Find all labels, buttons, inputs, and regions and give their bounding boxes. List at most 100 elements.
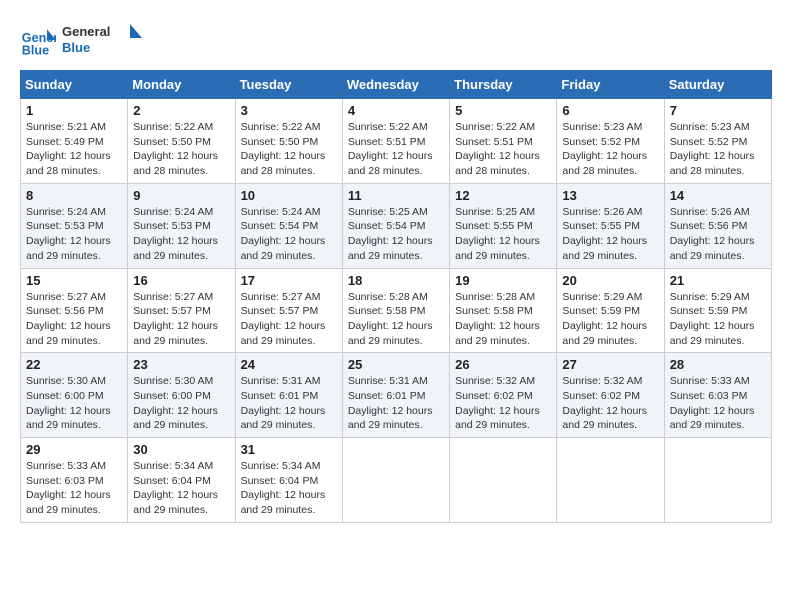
calendar-cell: 24 Sunrise: 5:31 AMSunset: 6:01 PMDaylig… <box>235 353 342 438</box>
day-detail: Sunrise: 5:24 AMSunset: 5:53 PMDaylight:… <box>26 206 111 262</box>
calendar-cell: 8 Sunrise: 5:24 AMSunset: 5:53 PMDayligh… <box>21 183 128 268</box>
day-number: 17 <box>241 273 337 288</box>
day-number: 2 <box>133 103 229 118</box>
day-number: 27 <box>562 357 658 372</box>
header-wednesday: Wednesday <box>342 71 449 99</box>
calendar-cell: 26 Sunrise: 5:32 AMSunset: 6:02 PMDaylig… <box>450 353 557 438</box>
calendar-cell: 19 Sunrise: 5:28 AMSunset: 5:58 PMDaylig… <box>450 268 557 353</box>
day-number: 11 <box>348 188 444 203</box>
calendar-cell: 30 Sunrise: 5:34 AMSunset: 6:04 PMDaylig… <box>128 438 235 523</box>
day-number: 14 <box>670 188 766 203</box>
day-detail: Sunrise: 5:28 AMSunset: 5:58 PMDaylight:… <box>348 291 433 347</box>
day-detail: Sunrise: 5:29 AMSunset: 5:59 PMDaylight:… <box>562 291 647 347</box>
day-detail: Sunrise: 5:31 AMSunset: 6:01 PMDaylight:… <box>241 375 326 431</box>
day-detail: Sunrise: 5:34 AMSunset: 6:04 PMDaylight:… <box>241 460 326 516</box>
day-number: 3 <box>241 103 337 118</box>
day-number: 12 <box>455 188 551 203</box>
day-detail: Sunrise: 5:22 AMSunset: 5:51 PMDaylight:… <box>455 121 540 177</box>
header-tuesday: Tuesday <box>235 71 342 99</box>
day-number: 30 <box>133 442 229 457</box>
day-detail: Sunrise: 5:26 AMSunset: 5:56 PMDaylight:… <box>670 206 755 262</box>
calendar-cell: 13 Sunrise: 5:26 AMSunset: 5:55 PMDaylig… <box>557 183 664 268</box>
calendar-cell: 2 Sunrise: 5:22 AMSunset: 5:50 PMDayligh… <box>128 99 235 184</box>
day-detail: Sunrise: 5:29 AMSunset: 5:59 PMDaylight:… <box>670 291 755 347</box>
day-number: 19 <box>455 273 551 288</box>
calendar-cell: 22 Sunrise: 5:30 AMSunset: 6:00 PMDaylig… <box>21 353 128 438</box>
calendar-cell: 9 Sunrise: 5:24 AMSunset: 5:53 PMDayligh… <box>128 183 235 268</box>
svg-text:Blue: Blue <box>22 43 49 57</box>
day-detail: Sunrise: 5:34 AMSunset: 6:04 PMDaylight:… <box>133 460 218 516</box>
calendar-cell: 16 Sunrise: 5:27 AMSunset: 5:57 PMDaylig… <box>128 268 235 353</box>
calendar-cell <box>450 438 557 523</box>
calendar-cell: 20 Sunrise: 5:29 AMSunset: 5:59 PMDaylig… <box>557 268 664 353</box>
calendar-header-row: SundayMondayTuesdayWednesdayThursdayFrid… <box>21 71 772 99</box>
calendar-cell <box>664 438 771 523</box>
day-number: 22 <box>26 357 122 372</box>
calendar-cell: 7 Sunrise: 5:23 AMSunset: 5:52 PMDayligh… <box>664 99 771 184</box>
day-detail: Sunrise: 5:24 AMSunset: 5:54 PMDaylight:… <box>241 206 326 262</box>
day-number: 1 <box>26 103 122 118</box>
week-row-4: 22 Sunrise: 5:30 AMSunset: 6:00 PMDaylig… <box>21 353 772 438</box>
day-number: 29 <box>26 442 122 457</box>
day-number: 7 <box>670 103 766 118</box>
calendar-cell: 1 Sunrise: 5:21 AMSunset: 5:49 PMDayligh… <box>21 99 128 184</box>
day-detail: Sunrise: 5:28 AMSunset: 5:58 PMDaylight:… <box>455 291 540 347</box>
day-number: 6 <box>562 103 658 118</box>
calendar-cell: 27 Sunrise: 5:32 AMSunset: 6:02 PMDaylig… <box>557 353 664 438</box>
header-sunday: Sunday <box>21 71 128 99</box>
calendar-cell: 6 Sunrise: 5:23 AMSunset: 5:52 PMDayligh… <box>557 99 664 184</box>
logo: General Blue General Blue <box>20 20 142 60</box>
calendar-cell: 29 Sunrise: 5:33 AMSunset: 6:03 PMDaylig… <box>21 438 128 523</box>
day-detail: Sunrise: 5:27 AMSunset: 5:57 PMDaylight:… <box>133 291 218 347</box>
calendar-cell: 12 Sunrise: 5:25 AMSunset: 5:55 PMDaylig… <box>450 183 557 268</box>
calendar-cell: 14 Sunrise: 5:26 AMSunset: 5:56 PMDaylig… <box>664 183 771 268</box>
svg-text:Blue: Blue <box>62 40 90 55</box>
calendar-table: SundayMondayTuesdayWednesdayThursdayFrid… <box>20 70 772 523</box>
day-detail: Sunrise: 5:21 AMSunset: 5:49 PMDaylight:… <box>26 121 111 177</box>
logo-svg: General Blue <box>62 20 142 60</box>
day-number: 10 <box>241 188 337 203</box>
day-detail: Sunrise: 5:22 AMSunset: 5:50 PMDaylight:… <box>133 121 218 177</box>
calendar-cell: 18 Sunrise: 5:28 AMSunset: 5:58 PMDaylig… <box>342 268 449 353</box>
calendar-cell: 4 Sunrise: 5:22 AMSunset: 5:51 PMDayligh… <box>342 99 449 184</box>
week-row-2: 8 Sunrise: 5:24 AMSunset: 5:53 PMDayligh… <box>21 183 772 268</box>
day-detail: Sunrise: 5:22 AMSunset: 5:50 PMDaylight:… <box>241 121 326 177</box>
day-number: 5 <box>455 103 551 118</box>
calendar-cell: 5 Sunrise: 5:22 AMSunset: 5:51 PMDayligh… <box>450 99 557 184</box>
week-row-3: 15 Sunrise: 5:27 AMSunset: 5:56 PMDaylig… <box>21 268 772 353</box>
day-detail: Sunrise: 5:32 AMSunset: 6:02 PMDaylight:… <box>562 375 647 431</box>
day-number: 26 <box>455 357 551 372</box>
day-detail: Sunrise: 5:27 AMSunset: 5:57 PMDaylight:… <box>241 291 326 347</box>
day-detail: Sunrise: 5:23 AMSunset: 5:52 PMDaylight:… <box>562 121 647 177</box>
calendar-cell: 10 Sunrise: 5:24 AMSunset: 5:54 PMDaylig… <box>235 183 342 268</box>
header-monday: Monday <box>128 71 235 99</box>
day-number: 25 <box>348 357 444 372</box>
header-thursday: Thursday <box>450 71 557 99</box>
calendar-cell <box>557 438 664 523</box>
day-number: 15 <box>26 273 122 288</box>
calendar-cell: 3 Sunrise: 5:22 AMSunset: 5:50 PMDayligh… <box>235 99 342 184</box>
day-number: 16 <box>133 273 229 288</box>
day-number: 21 <box>670 273 766 288</box>
calendar-cell: 25 Sunrise: 5:31 AMSunset: 6:01 PMDaylig… <box>342 353 449 438</box>
day-detail: Sunrise: 5:30 AMSunset: 6:00 PMDaylight:… <box>133 375 218 431</box>
day-detail: Sunrise: 5:22 AMSunset: 5:51 PMDaylight:… <box>348 121 433 177</box>
page-header: General Blue General Blue <box>20 20 772 60</box>
day-number: 18 <box>348 273 444 288</box>
calendar-cell: 15 Sunrise: 5:27 AMSunset: 5:56 PMDaylig… <box>21 268 128 353</box>
day-number: 24 <box>241 357 337 372</box>
calendar-cell: 17 Sunrise: 5:27 AMSunset: 5:57 PMDaylig… <box>235 268 342 353</box>
week-row-1: 1 Sunrise: 5:21 AMSunset: 5:49 PMDayligh… <box>21 99 772 184</box>
calendar-cell: 11 Sunrise: 5:25 AMSunset: 5:54 PMDaylig… <box>342 183 449 268</box>
day-detail: Sunrise: 5:30 AMSunset: 6:00 PMDaylight:… <box>26 375 111 431</box>
calendar-cell: 31 Sunrise: 5:34 AMSunset: 6:04 PMDaylig… <box>235 438 342 523</box>
day-detail: Sunrise: 5:33 AMSunset: 6:03 PMDaylight:… <box>670 375 755 431</box>
header-friday: Friday <box>557 71 664 99</box>
day-detail: Sunrise: 5:26 AMSunset: 5:55 PMDaylight:… <box>562 206 647 262</box>
day-number: 31 <box>241 442 337 457</box>
svg-text:General: General <box>62 24 110 39</box>
day-detail: Sunrise: 5:23 AMSunset: 5:52 PMDaylight:… <box>670 121 755 177</box>
day-number: 28 <box>670 357 766 372</box>
header-saturday: Saturday <box>664 71 771 99</box>
calendar-cell <box>342 438 449 523</box>
